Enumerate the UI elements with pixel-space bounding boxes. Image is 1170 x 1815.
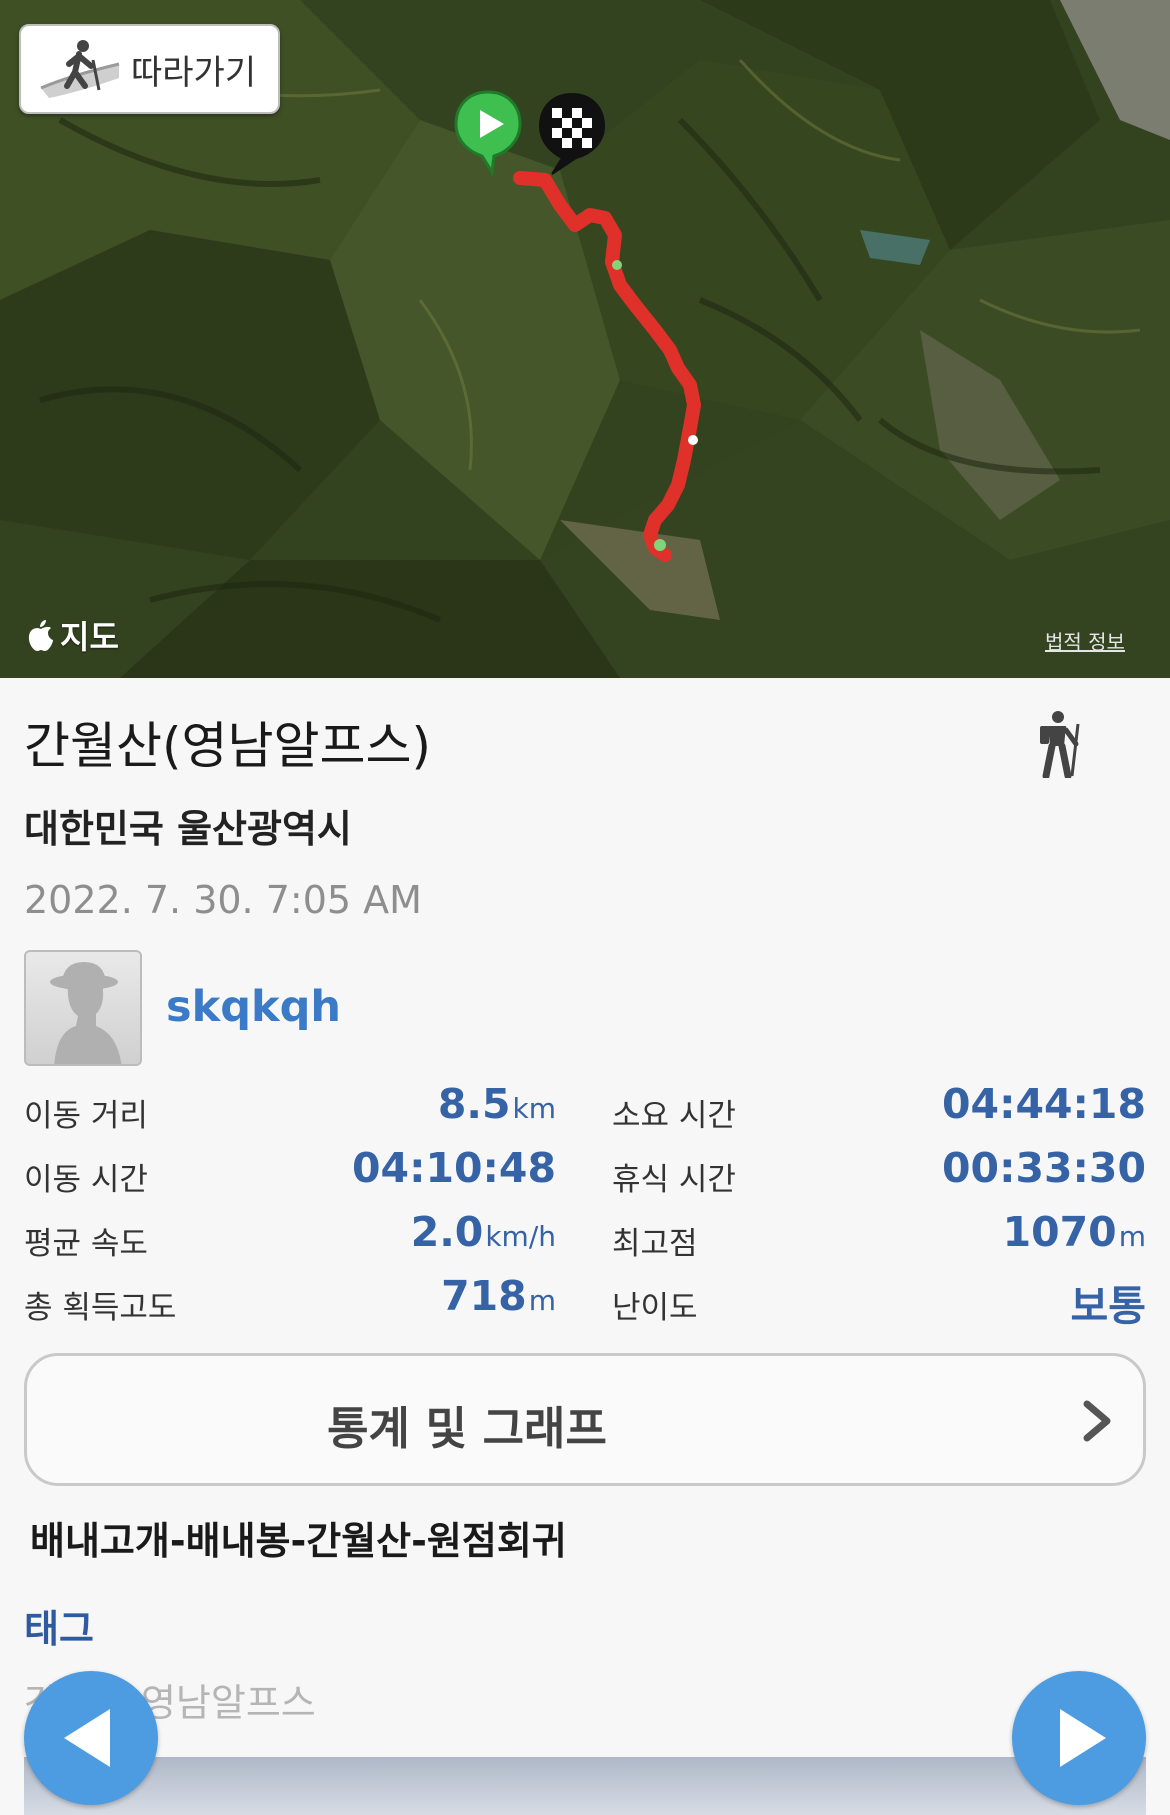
- stats-graph-button[interactable]: 통계 및 그래프: [24, 1353, 1146, 1486]
- stat-total-ascent-label: 총 획득고도: [24, 1290, 177, 1326]
- stat-moving-time-label: 이동 시간: [24, 1162, 148, 1198]
- stat-avg-speed-label: 평균 속도: [24, 1226, 148, 1262]
- stat-rest-time-label: 휴식 시간: [612, 1162, 736, 1198]
- track-location: 대한민국 울산광역시: [24, 807, 352, 851]
- arrow-left-icon: [64, 1709, 110, 1767]
- legal-link[interactable]: 법적 정보: [1045, 626, 1125, 655]
- follow-button[interactable]: 따라가기: [19, 24, 280, 114]
- stat-difficulty-label: 난이도: [612, 1290, 698, 1326]
- previous-button[interactable]: [24, 1671, 158, 1805]
- photo-strip[interactable]: [24, 1757, 1146, 1815]
- username-link[interactable]: skqkqh: [166, 982, 341, 1032]
- next-button[interactable]: [1012, 1671, 1146, 1805]
- user-silhouette-icon: [50, 962, 122, 1064]
- stat-avg-speed-value: 2.0km/h: [410, 1208, 556, 1256]
- map-view[interactable]: 따라가기 지도 법적 정보: [0, 0, 1170, 678]
- stat-elapsed-label: 소요 시간: [612, 1098, 736, 1134]
- stats-graph-label: 통계 및 그래프: [327, 1402, 607, 1455]
- track-title: 간월산(영남알프스): [24, 717, 432, 775]
- stat-distance-value: 8.5km: [437, 1080, 556, 1128]
- follow-label: 따라가기: [131, 52, 257, 93]
- arrow-right-icon: [1060, 1709, 1106, 1767]
- stat-difficulty-value: 보통: [1070, 1282, 1146, 1330]
- stat-max-elevation-label: 최고점: [612, 1226, 698, 1262]
- maps-logo-text: 지도: [60, 618, 119, 656]
- maps-logo: 지도: [26, 612, 119, 658]
- hiking-icon: [1040, 711, 1080, 778]
- waypoint-marker: [612, 260, 622, 270]
- stat-rest-time-value: 00:33:30: [942, 1144, 1146, 1192]
- stat-total-ascent-value: 718m: [441, 1272, 556, 1320]
- tags-header: 태그: [24, 1607, 94, 1651]
- stat-moving-time-value: 04:10:48: [352, 1144, 556, 1192]
- stat-max-elevation-value: 1070m: [1002, 1208, 1146, 1256]
- waypoint-marker: [688, 435, 698, 445]
- start-marker-icon[interactable]: [448, 86, 528, 176]
- finish-flag-icon[interactable]: [532, 88, 612, 178]
- stat-distance-label: 이동 거리: [24, 1098, 148, 1134]
- stat-elapsed-value: 04:44:18: [942, 1080, 1146, 1128]
- chevron-right-icon: [1083, 1400, 1111, 1442]
- avatar[interactable]: [24, 950, 142, 1066]
- follow-hiker-icon: [40, 40, 120, 98]
- apple-logo-icon: [28, 620, 53, 651]
- track-date: 2022. 7. 30. 7:05 AM: [24, 878, 422, 922]
- track-description: 배내고개-배내봉-간월산-원점회귀: [30, 1519, 567, 1563]
- waypoint-marker: [654, 539, 666, 551]
